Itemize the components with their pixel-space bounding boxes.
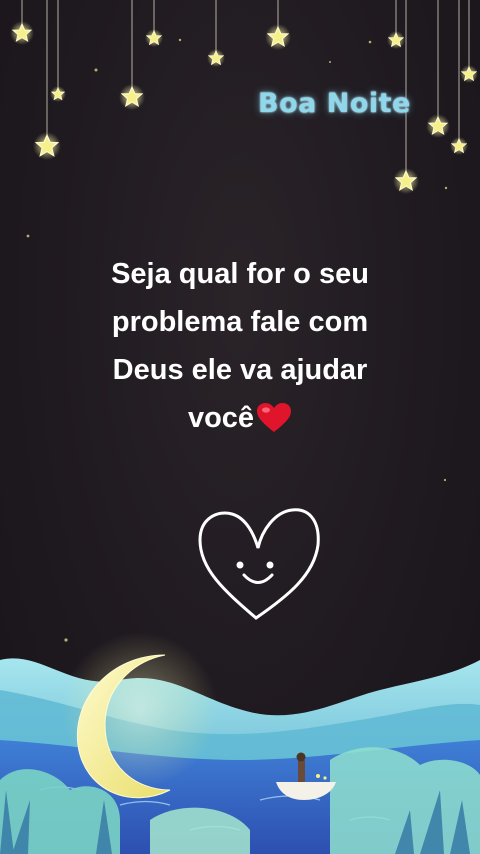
greeting-title: Boa Noite: [258, 88, 411, 119]
smiling-heart-icon: [198, 508, 320, 620]
message-line: Seja qual for o seu: [111, 258, 369, 290]
message-line: Deus ele va ajudar: [112, 354, 368, 386]
message-line: você: [187, 402, 255, 434]
red-heart-icon: [257, 403, 292, 432]
message-line-last: você: [40, 394, 440, 442]
wallpaper-scene: Boa Noite Seja qual for o seu problema f…: [0, 0, 480, 854]
message-line: problema fale com: [111, 306, 369, 338]
message-text: Seja qual for o seu problema fale com De…: [40, 250, 440, 442]
star-strings: [21, 0, 470, 174]
